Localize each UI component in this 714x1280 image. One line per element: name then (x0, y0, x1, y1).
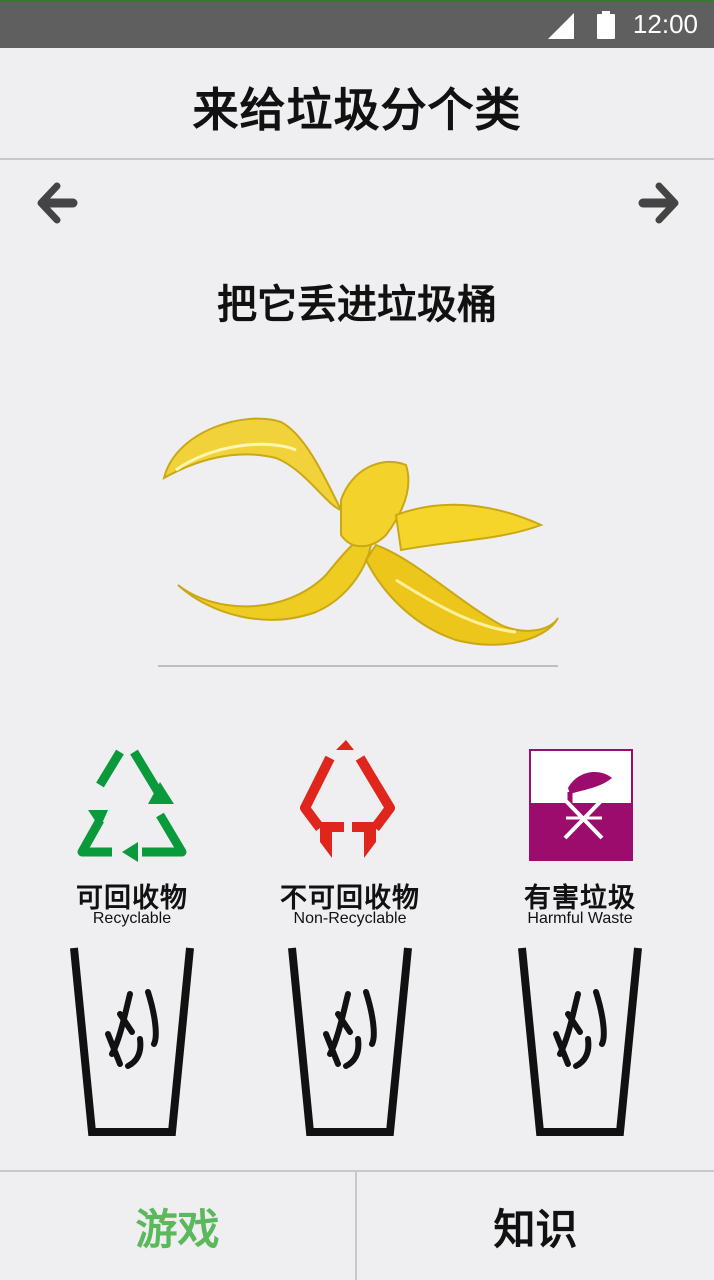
tab-knowledge[interactable]: 知识 (357, 1172, 714, 1280)
instruction-text: 把它丢进垃圾桶 (217, 282, 497, 328)
next-button[interactable] (635, 180, 683, 228)
banana-peel-image[interactable] (156, 400, 566, 662)
bin-label-en: Recyclable (92, 910, 172, 927)
trash-can-icon (288, 947, 412, 1136)
harmful-waste-icon (529, 749, 633, 861)
bin-non-recyclable[interactable]: 不可回收物 Non-Recyclable (260, 740, 440, 1140)
bottom-tab-bar: 游戏 知识 (0, 1170, 714, 1280)
trash-can-icon (70, 947, 194, 1136)
app-header: 来给垃圾分个类 (0, 48, 714, 160)
arrow-left-icon (37, 182, 78, 224)
bin-recyclable[interactable]: 可回收物 Recyclable (42, 740, 222, 1140)
recycle-icon (77, 749, 187, 862)
bin-label-en: Harmful Waste (527, 910, 633, 927)
arrow-right-icon (638, 182, 679, 224)
prev-button[interactable] (33, 180, 81, 228)
signal-icon (548, 13, 574, 39)
status-time: 12:00 (632, 9, 698, 39)
page-title: 来给垃圾分个类 (192, 83, 522, 137)
status-bar: 12:00 (0, 0, 714, 48)
bin-harmful-waste[interactable]: 有害垃圾 Harmful Waste (490, 740, 670, 1140)
trash-can-icon (518, 947, 642, 1136)
tab-game[interactable]: 游戏 (0, 1172, 357, 1280)
item-divider (158, 665, 558, 667)
battery-icon (597, 11, 615, 39)
non-recycle-icon (300, 740, 395, 858)
bin-label-en: Non-Recyclable (293, 910, 407, 927)
